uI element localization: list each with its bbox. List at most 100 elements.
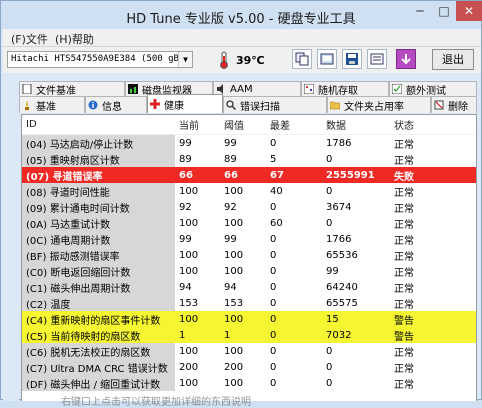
- table-row[interactable]: (C4) 重新映射的扇区事件计数 100 100 0 15 警告: [22, 311, 476, 327]
- current-cell: 100: [179, 265, 199, 277]
- table-row[interactable]: (04) 马达启动/停止计数 99 99 0 1786 正常: [22, 134, 476, 151]
- current-cell: 1: [175, 327, 220, 343]
- download-button[interactable]: [396, 49, 416, 69]
- attr-id-cell: (C4) 重新映射的扇区事件计数: [22, 311, 175, 327]
- menu-help[interactable]: (H)帮助: [55, 31, 94, 47]
- tab-info[interactable]: 信息: [85, 96, 147, 113]
- raw-data-cell: 0: [326, 185, 333, 197]
- attr-id-cell: (C0) 断电返回缩回计数: [22, 263, 175, 279]
- tab-extra-tests[interactable]: 额外测试: [389, 81, 477, 97]
- attr-id-cell: (BF) 振动感测错误率: [22, 247, 175, 263]
- worst-cell: 0: [266, 311, 322, 327]
- raw-data-cell: 99: [326, 265, 339, 277]
- raw-data-cell: 64240: [326, 281, 358, 293]
- maximize-button[interactable]: □: [432, 1, 456, 21]
- table-row[interactable]: (C7) Ultra DMA CRC 错误计数 200 200 0 0 正常: [22, 359, 476, 375]
- status-cell: 正常: [394, 299, 414, 311]
- raw-data-cell: 1786: [326, 137, 352, 149]
- floppy-disk-icon: [346, 53, 358, 65]
- raw-data-cell: 0: [326, 345, 333, 357]
- smart-table: ID 当前 阈值 最差 数据 状态 (04) 马达启动/停止计数 99 99 0 178…: [22, 115, 476, 391]
- tab-erase-label: 删除: [448, 101, 468, 113]
- attr-id-cell: (04) 马达启动/停止计数: [22, 134, 175, 151]
- table-row[interactable]: (07) 寻道错误率 66 66 67 2555991 失败: [22, 167, 476, 183]
- tab-file-benchmark[interactable]: 文件基准: [19, 81, 125, 97]
- threshold-cell: 66: [220, 167, 266, 183]
- table-row[interactable]: (08) 寻道时间性能 100 100 40 0 正常: [22, 183, 476, 199]
- tab-erase[interactable]: 删除: [431, 96, 477, 113]
- table-row[interactable]: (C0) 断电返回缩回计数 100 100 0 99 正常: [22, 263, 476, 279]
- status-cell: 正常: [394, 219, 414, 231]
- worst-cell: 0: [270, 297, 277, 309]
- status-cell: 警告: [390, 327, 476, 343]
- disk-monitor-icon: [128, 84, 138, 94]
- save-button[interactable]: [342, 49, 362, 69]
- exit-button[interactable]: 退出: [432, 49, 474, 70]
- threshold-cell: 1: [220, 327, 266, 343]
- table-row[interactable]: (09) 累计通电时间计数 92 92 0 3674 正常: [22, 199, 476, 215]
- app-window: HD Tune 专业版 v5.00 - 硬盘专业工具 ─ □ ✕ (F)文件 (…: [0, 0, 482, 408]
- tab-benchmark-label: 基准: [36, 101, 56, 113]
- tab-health[interactable]: 健康: [147, 94, 223, 113]
- menu-file[interactable]: (F)文件: [11, 31, 48, 47]
- table-row[interactable]: (C6) 脱机无法校正的扇区数 100 100 0 0 正常: [22, 343, 476, 359]
- benchmark-icon: [25, 100, 29, 110]
- worst-cell: 0: [270, 345, 277, 357]
- close-button[interactable]: ✕: [456, 1, 482, 21]
- tab-aam[interactable]: AAM: [213, 81, 301, 96]
- minimize-button[interactable]: ─: [408, 1, 432, 21]
- current-cell: 89: [179, 153, 192, 165]
- worst-cell: 60: [270, 217, 283, 229]
- attr-id-cell: (C5) 当前待映射的扇区数: [22, 327, 175, 343]
- copy-screen-icon: [320, 53, 334, 65]
- worst-cell: 67: [266, 167, 322, 183]
- table-row[interactable]: (C1) 磁头伸出周期计数 94 94 0 64240 正常: [22, 279, 476, 295]
- tab-benchmark[interactable]: 基准: [19, 96, 85, 113]
- col-threshold-header[interactable]: 阈值: [220, 115, 266, 135]
- table-row[interactable]: (C5) 当前待映射的扇区数 1 1 0 7032 警告: [22, 327, 476, 343]
- worst-cell: 0: [270, 233, 277, 245]
- threshold-cell: 100: [224, 185, 244, 197]
- table-row[interactable]: (DF) 磁头伸出 / 缩回重试计数 100 100 0 0 正常: [22, 375, 476, 391]
- table-row[interactable]: (05) 重映射扇区计数 89 89 5 0 正常: [22, 151, 476, 167]
- threshold-cell: 200: [224, 361, 244, 373]
- chevron-down-icon[interactable]: ▼: [178, 52, 192, 67]
- status-cell: 正常: [394, 155, 414, 167]
- col-data-header[interactable]: 数据: [322, 115, 390, 135]
- tab-folder-usage[interactable]: 文件夹占用率: [327, 96, 431, 113]
- raw-data-cell: 7032: [322, 327, 390, 343]
- options-icon: [370, 53, 384, 65]
- attr-id-cell: (0A) 马达重试计数: [22, 215, 175, 231]
- raw-data-cell: 0: [326, 377, 333, 389]
- tab-extra-tests-label: 额外测试: [406, 85, 446, 97]
- status-cell: 正常: [394, 363, 414, 375]
- col-status-header[interactable]: 状态: [390, 115, 476, 135]
- file-benchmark-icon: [22, 84, 32, 94]
- tab-aam-label: AAM: [230, 83, 253, 95]
- table-row[interactable]: (0C) 通电周期计数 99 99 0 1766 正常: [22, 231, 476, 247]
- col-worst-header[interactable]: 最差: [266, 115, 322, 135]
- smart-table-body: (04) 马达启动/停止计数 99 99 0 1786 正常 (05) 重映射扇区计数 89 8…: [22, 134, 476, 391]
- col-id-header[interactable]: ID: [22, 115, 175, 135]
- threshold-cell: 100: [224, 345, 244, 357]
- table-row[interactable]: (0A) 马达重试计数 100 100 60 0 正常: [22, 215, 476, 231]
- tab-health-label: 健康: [164, 100, 184, 112]
- table-row[interactable]: (C2) 温度 153 153 0 65575 正常: [22, 295, 476, 311]
- attr-id-cell: (C6) 脱机无法校正的扇区数: [22, 343, 175, 359]
- table-row[interactable]: (BF) 振动感测错误率 100 100 0 65536 正常: [22, 247, 476, 263]
- status-cell: 正常: [394, 187, 414, 199]
- drive-select[interactable]: Hitachi HTS547550A9E384 (500 gB) ▼: [7, 51, 193, 68]
- attr-id-cell: (09) 累计通电时间计数: [22, 199, 175, 215]
- down-arrow-icon: [401, 54, 411, 65]
- attr-id-cell: (C1) 磁头伸出周期计数: [22, 279, 175, 295]
- copy-screen-button[interactable]: [317, 49, 337, 69]
- tab-error-scan[interactable]: 错误扫描: [223, 96, 327, 113]
- tab-folder-usage-label: 文件夹占用率: [344, 101, 404, 113]
- thermometer-icon: [220, 51, 228, 69]
- options-button[interactable]: [367, 49, 387, 69]
- tab-file-benchmark-label: 文件基准: [36, 85, 76, 97]
- tab-random-access[interactable]: 随机存取: [301, 81, 389, 97]
- raw-data-cell: 2555991: [322, 167, 390, 183]
- copy-info-button[interactable]: [292, 49, 312, 69]
- col-current-header[interactable]: 当前: [175, 115, 220, 135]
